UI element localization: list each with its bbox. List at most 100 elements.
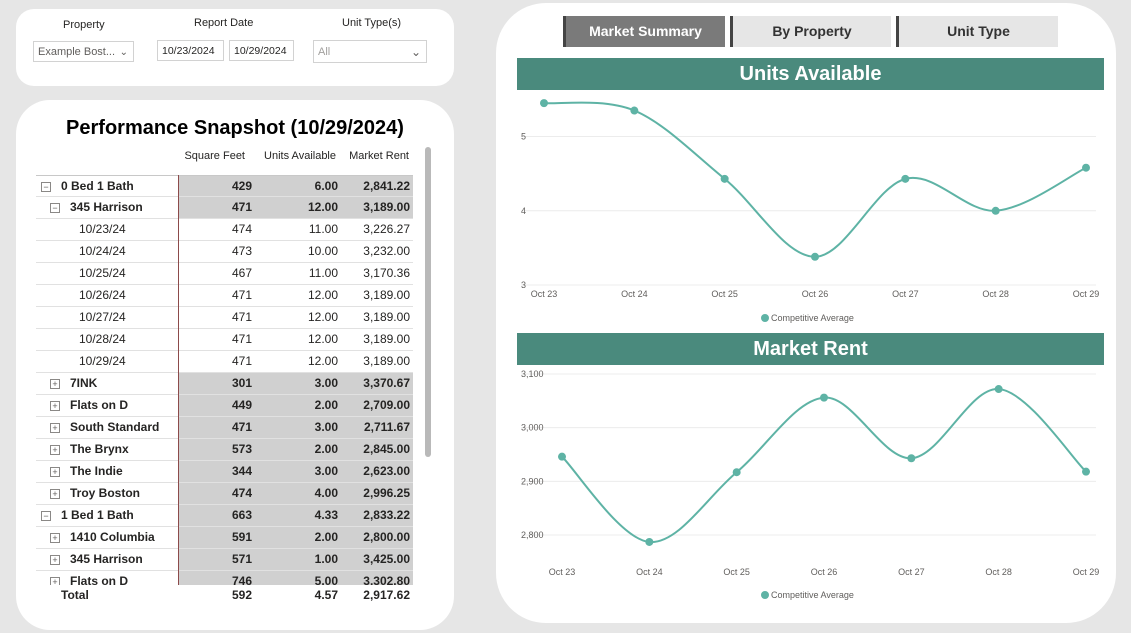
column-header-units-available[interactable]: Units Available [254, 150, 336, 162]
tab-market-summary[interactable]: Market Summary [563, 16, 725, 47]
row-market-rent: 2,709.00 [363, 398, 410, 412]
row-units-available: 4.33 [314, 508, 338, 522]
row-units-available: 6.00 [314, 179, 338, 193]
row-market-rent: 2,833.22 [363, 508, 410, 522]
row-units-available: 2.00 [314, 398, 338, 412]
property-label: Property [63, 19, 105, 31]
expand-icon[interactable]: + [50, 467, 60, 477]
table-row: 10/23/24 474 11.00 3,226.27 [36, 219, 413, 241]
row-label: 345 Harrison [70, 200, 143, 214]
property-dropdown[interactable]: Example Bost... ⌄ [33, 41, 134, 62]
data-point [732, 468, 741, 477]
row-market-rent: 2,800.00 [363, 530, 410, 544]
expand-icon[interactable]: + [50, 489, 60, 499]
row-square-feet: 449 [231, 398, 252, 412]
row-label: 10/28/24 [79, 332, 126, 346]
row-square-feet: 301 [231, 376, 252, 390]
data-point [1082, 163, 1090, 172]
row-market-rent: 3,226.27 [363, 222, 410, 236]
performance-snapshot-card: Performance Snapshot (10/29/2024) Square… [16, 100, 454, 630]
expand-icon[interactable]: + [50, 555, 60, 565]
data-point [720, 174, 729, 183]
row-units-available: 11.00 [308, 222, 338, 236]
table-row: 10/26/24 471 12.00 3,189.00 [36, 285, 413, 307]
snapshot-table-body: −0 Bed 1 Bath 429 6.00 2,841.22−345 Harriso… [36, 175, 413, 593]
legend-label: Competitive Average [771, 313, 854, 323]
x-tick-label: Oct 29 [1073, 289, 1100, 299]
total-row: Total 592 4.57 2,917.62 [36, 585, 413, 607]
collapse-icon[interactable]: − [41, 511, 51, 521]
data-point [994, 385, 1003, 394]
data-point [820, 393, 828, 402]
unit-types-value: All [318, 46, 331, 58]
row-square-feet: 591 [231, 530, 252, 544]
column-header-square-feet[interactable]: Square Feet [180, 150, 245, 162]
data-point [991, 206, 1000, 215]
row-units-available: 2.00 [314, 442, 338, 456]
date-to-input[interactable]: 10/29/2024 [229, 40, 294, 61]
x-tick-label: Oct 24 [621, 289, 648, 299]
unit-types-dropdown[interactable]: All ⌄ [313, 40, 427, 63]
legend-marker [761, 314, 769, 322]
units-available-chart: 3 4 5 Oct 23 Oct 24 Oct 25 Oct 26 Oct 27 Oct 28 O… [521, 99, 1100, 323]
table-row: 10/24/24 473 10.00 3,232.00 [36, 241, 413, 263]
filter-panel: Property Example Bost... ⌄ Report Date 1… [16, 9, 454, 86]
row-units-available: 4.00 [314, 486, 338, 500]
tab-unit-type[interactable]: Unit Type [896, 16, 1058, 47]
x-tick-label: Oct 26 [802, 289, 829, 299]
row-market-rent: 3,425.00 [363, 552, 410, 566]
table-row: −345 Harrison 471 12.00 3,189.00 [36, 197, 413, 219]
table-row: −1 Bed 1 Bath 663 4.33 2,833.22 [36, 505, 413, 527]
row-square-feet: 471 [231, 354, 252, 368]
row-label: 10/24/24 [79, 244, 126, 258]
row-label: 7INK [70, 376, 98, 390]
table-row: + Flats on D 449 2.00 2,709.00 [36, 395, 413, 417]
row-square-feet: 471 [231, 288, 252, 302]
row-square-feet: 473 [231, 244, 252, 258]
row-label: Troy Boston [70, 486, 141, 500]
expand-icon[interactable]: + [50, 401, 60, 411]
x-tick-label: Oct 27 [898, 567, 925, 577]
row-units-available: 12.00 [307, 354, 338, 368]
row-square-feet: 474 [231, 222, 252, 236]
date-from-input[interactable]: 10/23/2024 [157, 40, 224, 61]
x-tick-label: Oct 25 [723, 567, 750, 577]
data-point [630, 106, 639, 115]
units-available-banner: Units Available [517, 58, 1104, 90]
row-square-feet: 471 [231, 310, 252, 324]
table-row: + The Brynx 573 2.00 2,845.00 [36, 439, 413, 461]
column-header-market-rent[interactable]: Market Rent [338, 150, 409, 162]
legend-label: Competitive Average [771, 590, 854, 600]
x-tick-label: Oct 23 [549, 567, 576, 577]
row-market-rent: 2,623.00 [363, 464, 410, 478]
expand-icon[interactable]: + [50, 533, 60, 543]
table-row: 10/29/24 471 12.00 3,189.00 [36, 351, 413, 373]
table-row: 10/25/24 467 11.00 3,170.36 [36, 263, 413, 285]
expand-icon[interactable]: + [50, 379, 60, 389]
row-label: 10/29/24 [79, 354, 126, 368]
row-market-rent: 3,170.36 [363, 266, 410, 280]
table-row: −0 Bed 1 Bath 429 6.00 2,841.22 [36, 175, 413, 197]
data-point [645, 537, 654, 546]
x-tick-label: Oct 29 [1073, 567, 1100, 577]
row-label: The Indie [70, 464, 123, 478]
property-value: Example Bost... [38, 46, 116, 58]
row-units-available: 3.00 [314, 376, 338, 390]
data-point [558, 452, 566, 461]
row-market-rent: 3,189.00 [363, 332, 410, 346]
table-scrollbar[interactable] [425, 147, 431, 457]
table-row: + South Standard 471 3.00 2,711.67 [36, 417, 413, 439]
expand-icon[interactable]: + [50, 445, 60, 455]
row-label: 10/27/24 [79, 310, 126, 324]
tab-by-property[interactable]: By Property [730, 16, 891, 47]
row-market-rent: 3,189.00 [363, 200, 410, 214]
expand-icon[interactable]: + [50, 423, 60, 433]
data-point [901, 174, 910, 183]
row-square-feet: 429 [231, 179, 252, 193]
collapse-icon[interactable]: − [50, 203, 60, 213]
table-row: 10/27/24 471 12.00 3,189.00 [36, 307, 413, 329]
y-tick-label: 5 [521, 132, 526, 142]
x-tick-label: Oct 27 [892, 289, 919, 299]
collapse-icon[interactable]: − [41, 182, 51, 192]
row-label: 10/25/24 [79, 266, 126, 280]
